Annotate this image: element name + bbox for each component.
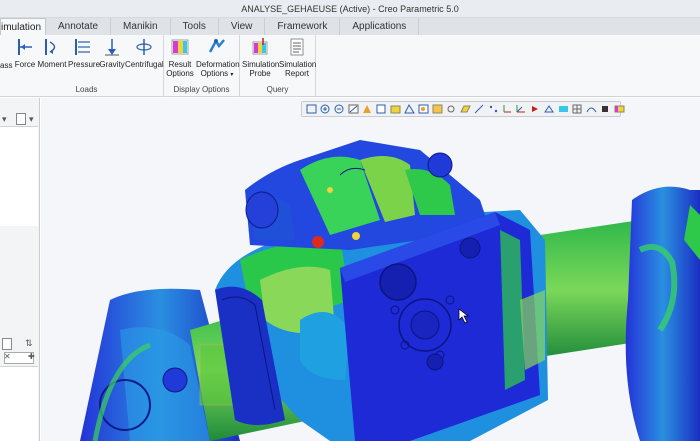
- simulation-probe-button[interactable]: Simulation Probe: [242, 37, 280, 78]
- coordinate-icon[interactable]: [515, 103, 528, 115]
- loads-group-label: Loads: [75, 85, 98, 94]
- deformation-options-line2: Options: [200, 69, 229, 78]
- tab-manikin[interactable]: Manikin: [111, 18, 171, 35]
- simulation-report-button[interactable]: Simulation Report: [279, 37, 317, 78]
- mesh-display-icon[interactable]: [571, 103, 584, 115]
- force-icon: [18, 39, 32, 55]
- simulation-probe-icon: [252, 38, 268, 55]
- simulation-report-line2: Report: [284, 69, 309, 78]
- model-tree-list[interactable]: [0, 126, 38, 226]
- result-options-icon: [171, 39, 189, 55]
- ribbon: ass Force Moment Pressure Gravity Centri…: [0, 35, 700, 97]
- chevron-down-icon: ▾: [230, 72, 234, 78]
- refit-icon[interactable]: [305, 103, 318, 115]
- window-title: ANALYSE_GEHAEUSE (Active) - Creo Paramet…: [0, 0, 700, 18]
- zoom-out-icon[interactable]: [333, 103, 346, 115]
- tab-simulation[interactable]: imulation: [0, 18, 46, 35]
- tree-page-icon[interactable]: [16, 113, 26, 125]
- constraint-display-icon[interactable]: [543, 103, 556, 115]
- tab-annotate[interactable]: Annotate: [46, 18, 112, 35]
- tree-settings-icon[interactable]: ▾: [2, 114, 7, 125]
- tab-tools[interactable]: Tools: [171, 18, 219, 35]
- layer-tool-icon[interactable]: ⇅: [25, 338, 33, 349]
- moment-label: Moment: [37, 60, 67, 69]
- chevron-down-icon[interactable]: ▾: [29, 114, 34, 125]
- pressure-button[interactable]: Pressure: [68, 37, 101, 69]
- result-options-button[interactable]: Result Options: [166, 37, 194, 78]
- centrifugal-button[interactable]: Centrifugal: [125, 37, 164, 69]
- model-tree-panel: ▾ ▾ ⇅ ✕ ✚: [0, 98, 40, 441]
- tab-applications[interactable]: Applications: [340, 18, 420, 35]
- stop-icon[interactable]: [599, 103, 612, 115]
- point-display-icon[interactable]: [487, 103, 500, 115]
- view-toolbar: [301, 101, 625, 117]
- zoom-in-icon[interactable]: [319, 103, 332, 115]
- display-options-group-label: Display Options: [173, 85, 230, 94]
- centrifugal-icon: [136, 39, 152, 55]
- shell-display-icon[interactable]: [585, 103, 598, 115]
- fem-result-model[interactable]: [41, 98, 700, 441]
- axis-display-icon[interactable]: [473, 103, 486, 115]
- query-group: Simulation Probe Simulation Report Query: [240, 35, 316, 97]
- plane-display-icon[interactable]: [459, 103, 472, 115]
- datum-display-icon[interactable]: [417, 103, 430, 115]
- spin-center-icon[interactable]: [445, 103, 458, 115]
- result-options-line1: Result: [168, 60, 192, 69]
- display-style-icon[interactable]: [361, 103, 374, 115]
- load-display-icon[interactable]: [529, 103, 542, 115]
- simulation-display-icon[interactable]: [557, 103, 570, 115]
- csys-display-icon[interactable]: [501, 103, 514, 115]
- tab-framework[interactable]: Framework: [265, 18, 341, 35]
- force-button[interactable]: Force: [14, 37, 36, 69]
- tab-view[interactable]: View: [219, 18, 266, 35]
- perspective-icon[interactable]: [403, 103, 416, 115]
- annotation-display-icon[interactable]: [431, 103, 444, 115]
- add-icon[interactable]: ✚: [28, 352, 35, 361]
- clear-icon[interactable]: ✕: [4, 352, 11, 361]
- loads-group: Force Moment Pressure Gravity Centrifuga…: [10, 35, 164, 97]
- simulation-probe-line1: Simulation: [242, 60, 280, 69]
- gravity-icon: [105, 39, 119, 56]
- gravity-label: Gravity: [99, 60, 125, 69]
- simulation-report-line1: Simulation: [279, 60, 317, 69]
- pressure-icon: [75, 39, 90, 55]
- deformation-options-icon: [208, 38, 225, 53]
- centrifugal-label: Centrifugal: [125, 60, 164, 69]
- display-options-group: Result Options Deformation Options ▾ Dis…: [164, 35, 240, 97]
- simulation-report-icon: [290, 38, 304, 56]
- force-label: Force: [14, 60, 36, 69]
- layer-page-icon[interactable]: [2, 338, 12, 350]
- saved-orientation-icon[interactable]: [375, 103, 388, 115]
- ribbon-tabs: imulation Annotate Manikin Tools View Fr…: [0, 18, 700, 35]
- result-options-line2: Options: [166, 69, 194, 78]
- deformation-options-line1: Deformation: [196, 60, 240, 69]
- view-manager-icon[interactable]: [389, 103, 402, 115]
- repaint-icon[interactable]: [347, 103, 360, 115]
- simulation-probe-line2: Probe: [249, 69, 271, 78]
- moment-button[interactable]: Moment: [37, 37, 67, 69]
- graphics-viewport[interactable]: [41, 98, 700, 441]
- result-window-icon[interactable]: [613, 103, 626, 115]
- gravity-button[interactable]: Gravity: [99, 37, 125, 69]
- layer-list[interactable]: [0, 366, 38, 441]
- deformation-options-button[interactable]: Deformation Options ▾: [196, 37, 240, 80]
- moment-icon: [45, 39, 56, 55]
- pressure-label: Pressure: [68, 60, 101, 69]
- query-group-label: Query: [266, 85, 289, 94]
